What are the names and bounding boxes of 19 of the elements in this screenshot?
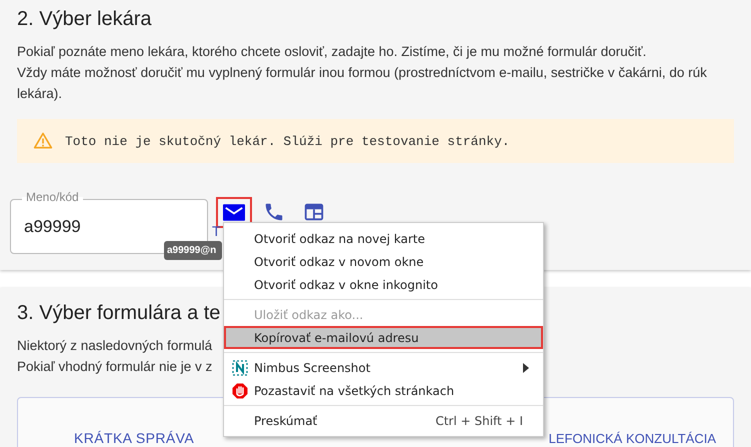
menu-item[interactable]: Nimbus Screenshot [224, 356, 543, 379]
warning-icon [33, 131, 53, 151]
warning-text: Toto nie je skutočný lekár. Slúži pre testovanie stránky. [65, 134, 510, 148]
menu-item[interactable]: Otvoriť odkaz v okne inkognito [224, 273, 543, 296]
intro-paragraph: Pokiaľ poznáte meno lekára, ktorého chcete osloviť, zadajte ho. Zistíme, či je mu možné formulár doručiť. Vždy máte možnosť doručiť mu vyplnený formulár inou formou (prostredníctvom e-mailu, sestričke v čakárni, do rúk lekára). [17, 43, 708, 103]
extension-icon [232, 360, 248, 376]
menu-item[interactable]: Preskúmať Ctrl + Shift + I [224, 409, 543, 432]
menu-item[interactable]: Pozastaviť na všetkých stránkach [224, 379, 543, 402]
shortcut-text: Ctrl + Shift + I [435, 414, 523, 428]
menu-item[interactable]: Kopírovať e-mailovú adresu [224, 326, 543, 349]
intro-paragraph: Niektorý z nasledovných formulá Pokiaľ vhodný formulár nie je v z [17, 337, 212, 376]
field-label: Meno/kód [22, 190, 83, 204]
menu-item[interactable]: Otvoriť odkaz na novej karte [224, 227, 543, 250]
menu-item[interactable]: Otvoriť odkaz v novom okne [224, 250, 543, 273]
section-heading: 3. Výber formulára a te [17, 302, 220, 325]
section-heading: 2. Výber lekára [17, 8, 153, 31]
link-text[interactable]: T [212, 223, 221, 239]
email-tooltip: a99999@n [164, 241, 222, 260]
stop-hand-icon [232, 382, 248, 398]
